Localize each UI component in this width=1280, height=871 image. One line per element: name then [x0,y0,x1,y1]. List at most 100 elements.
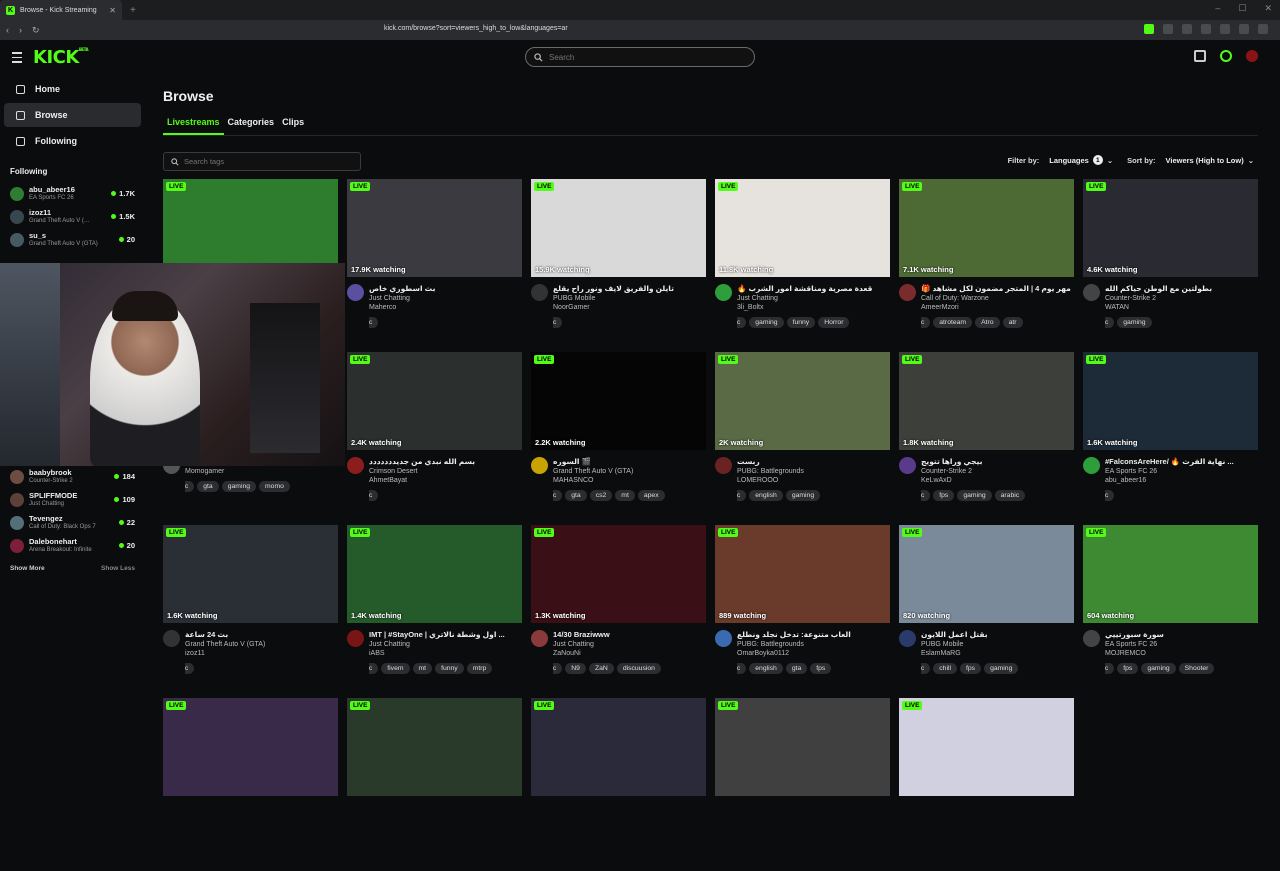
tag-chip[interactable]: gaming [1141,663,1176,674]
avatar[interactable] [347,630,364,647]
tag-chip[interactable]: chill [933,663,957,674]
tag-chip[interactable]: Arabic [921,317,931,328]
tag-chip[interactable]: gaming [1117,317,1152,328]
tag-chip[interactable]: N9 [565,663,586,674]
sidebar-item-browse[interactable]: Browse [4,103,141,127]
stream-category[interactable]: Counter-Strike 2 [921,468,1074,475]
stream-card[interactable]: LIVE 1.3K watching 14/30 Braziwww Just Chat… [531,525,706,698]
stream-card[interactable]: LIVE [163,698,338,871]
url-field[interactable]: kick.com/browse?sort=viewers_high_to_low… [384,25,568,32]
stream-card[interactable]: LIVE 4.6K watching بطولتين مع الوطن حياكم … [1083,179,1258,352]
stream-title[interactable]: بيجي وراها تتويج [921,457,1074,466]
stream-thumbnail[interactable]: LIVE 604 watching [1083,525,1258,623]
tag-chip[interactable]: gaming [221,481,257,492]
following-item[interactable]: abu_abeer16 EA Sports FC 26 1.7K [0,182,145,205]
channel-name[interactable]: KeLwAxD [921,477,1074,484]
maximize-icon[interactable]: ☐ [1238,3,1246,14]
tag-chip[interactable]: Arabic [1105,663,1115,674]
stream-card[interactable]: LIVE 17.9K watching بث اسطوري خاص Just Chat… [347,179,522,352]
channel-name[interactable]: AmeerMzori [921,304,1074,311]
search-bar[interactable] [525,47,755,67]
channel-name[interactable]: iABS [369,650,522,657]
stream-thumbnail[interactable]: LIVE [531,698,706,796]
extension-icon[interactable] [1239,24,1249,34]
stream-category[interactable]: Just Chatting [369,641,522,648]
channel-name[interactable]: MOJREMCO [1105,650,1258,657]
avatar[interactable] [531,630,548,647]
avatar[interactable] [531,457,548,474]
extension-icon[interactable] [1258,24,1268,34]
tag-chip[interactable]: Arabic [553,490,563,501]
tab-categories[interactable]: Categories [224,117,279,135]
tag-chip[interactable]: Arabic [921,490,931,501]
stream-thumbnail[interactable]: LIVE [347,698,522,796]
stream-title[interactable]: IMT | #StayOne | اول وشطة نالاتري ... [369,630,522,639]
stream-thumbnail[interactable]: LIVE 1.3K watching [531,525,706,623]
avatar[interactable] [899,457,916,474]
stream-thumbnail[interactable]: LIVE 17.9K watching [347,179,522,277]
tag-chip[interactable]: Arabic [1105,317,1115,328]
stream-thumbnail[interactable]: LIVE 1.6K watching [1083,352,1258,450]
tag-chip[interactable]: Arabic [369,663,379,674]
new-tab-icon[interactable]: + [130,5,136,16]
tag-chip[interactable]: apex [637,490,665,501]
tag-chip[interactable]: Arabic [737,317,747,328]
stream-card[interactable]: LIVE 1.6K watching #FalconsAreHere/ 🔥 نهاي… [1083,352,1258,525]
stream-card[interactable]: LIVE 820 watching بقتل اعمل اللايون PUBG Mo… [899,525,1074,698]
tag-chip[interactable]: Arabic [553,663,563,674]
stream-thumbnail[interactable]: LIVE 15.9K watching [531,179,706,277]
stream-thumbnail[interactable]: LIVE 4.6K watching [1083,179,1258,277]
extension-icon[interactable] [1201,24,1211,34]
tag-chip[interactable]: Arabic [185,663,195,674]
stream-title[interactable]: بث 24 ساعة [185,630,338,639]
stream-category[interactable]: PUBG Mobile [553,295,706,302]
channel-name[interactable]: 3li_Boltx [737,304,890,311]
tag-chip[interactable]: Arabic [737,490,747,501]
tag-chip[interactable]: funny [786,317,816,328]
close-tab-icon[interactable]: ✕ [109,6,116,15]
tag-chip[interactable]: arabic [994,490,1026,501]
extension-icon[interactable] [1163,24,1173,34]
stream-title[interactable]: 🎁 مهر يوم 4 | المتجر مضمون لكل مشاهد [921,284,1074,293]
stream-card[interactable]: LIVE 2.2K watching السوره 🎬 Grand Theft Aut… [531,352,706,525]
sidebar-item-following[interactable]: Following [4,129,141,153]
following-item[interactable]: Dalebonehart Arena Breakout: Infinite 20 [0,534,145,557]
tag-chip[interactable]: gaming [984,663,1019,674]
stream-title[interactable]: بقتل اعمل اللايون [921,630,1074,639]
stream-title[interactable]: تايلن والفريق لايف ونور راح يقلع [553,284,706,293]
tag-chip[interactable]: Arabic [921,663,931,674]
kick-logo[interactable]: KICKBETA [33,47,89,68]
stream-card[interactable]: LIVE [531,698,706,871]
stream-card[interactable]: LIVE 11.8K watching 🔥 قعدة مصرية ومناقشة ا… [715,179,890,352]
stream-thumbnail[interactable]: LIVE [715,698,890,796]
stream-category[interactable]: Crimson Desert [369,468,522,475]
stream-thumbnail[interactable]: LIVE 2.4K watching [347,352,522,450]
tag-chip[interactable]: cs2 [589,490,613,501]
channel-name[interactable]: LOMEROOO [737,477,890,484]
tag-chip[interactable]: Atro [975,317,1000,328]
tag-chip[interactable]: Arabic [1105,490,1115,501]
avatar[interactable] [899,630,916,647]
stream-title[interactable]: سورة سبورتييي [1105,630,1258,639]
stream-title[interactable]: #FalconsAreHere/ 🔥 نهاية الفرث ... [1105,457,1258,466]
tag-chip[interactable]: fps [1117,663,1139,674]
close-window-icon[interactable]: ✕ [1264,3,1272,14]
extension-icon[interactable] [1220,24,1230,34]
avatar[interactable] [347,284,364,301]
following-item[interactable]: baabybrook Counter-Strike 2 184 [0,465,145,488]
stream-card[interactable]: LIVE [899,698,1074,871]
tag-chip[interactable]: gta [197,481,219,492]
tag-chip[interactable]: fivem [381,663,410,674]
channel-name[interactable]: NoorGamer [553,304,706,311]
stream-card[interactable]: LIVE 1.4K watching IMT | #StayOne | اول وش… [347,525,522,698]
theatre-icon[interactable] [1194,50,1206,62]
following-item[interactable]: SPLIFFMODE Just Chatting 109 [0,488,145,511]
tag-chip[interactable]: mt [412,663,433,674]
tag-chip[interactable]: gaming [785,490,821,501]
tab-livestreams[interactable]: Livestreams [163,117,224,135]
stream-category[interactable]: PUBG: Battlegrounds [737,641,890,648]
stream-card[interactable]: LIVE 889 watching العاب متنوعة: تدخل نجلد … [715,525,890,698]
stream-category[interactable]: EA Sports FC 26 [1105,641,1258,648]
tag-chip[interactable]: Arabic [737,663,747,674]
channel-name[interactable]: AhmetBayat [369,477,522,484]
